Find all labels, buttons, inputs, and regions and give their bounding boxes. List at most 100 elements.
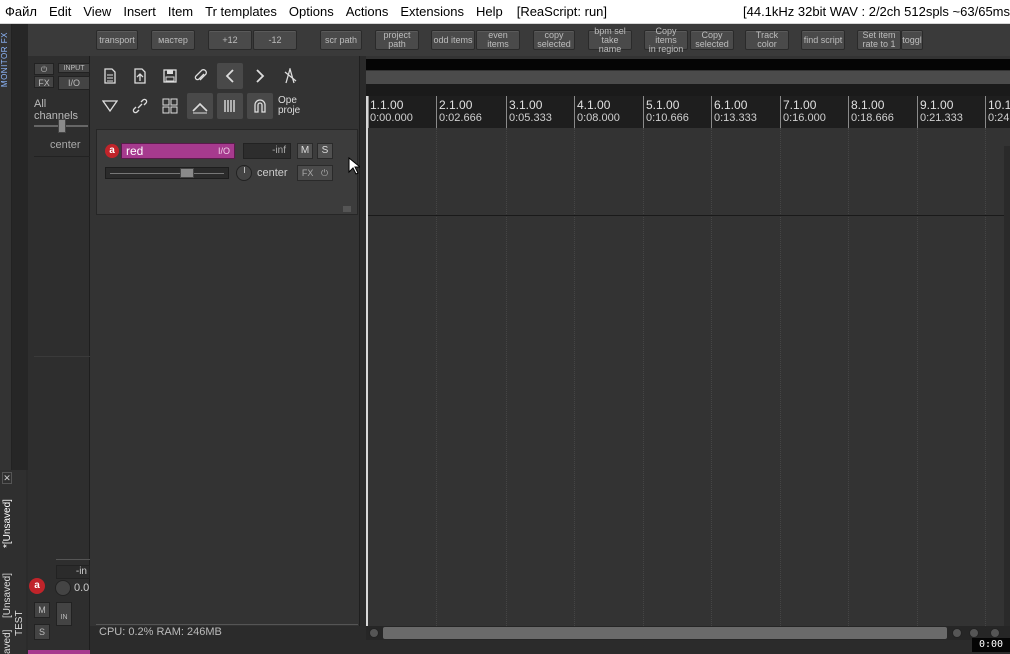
menu-extensions[interactable]: Extensions [394, 0, 470, 23]
menu-view[interactable]: View [77, 0, 117, 23]
custom-action-toolbar: transport мастер +12 -12 scr path projec… [0, 24, 1010, 56]
menu-options[interactable]: Options [283, 0, 340, 23]
grid-line [985, 128, 986, 626]
scr-path-button[interactable]: scr path [320, 30, 362, 50]
snap-magnet-icon[interactable] [247, 93, 273, 119]
open-project-button[interactable]: Ope proje [278, 96, 308, 120]
menu-tr-templates[interactable]: Tr templates [199, 0, 283, 23]
new-project-icon[interactable] [97, 63, 123, 89]
master-track-panel: ⏻ FX INPUT I/O All channels center -in a… [28, 56, 90, 654]
odd-items-button[interactable]: odd items [431, 30, 475, 50]
mute-button[interactable]: M [297, 143, 313, 159]
track-io-button[interactable]: I/O [213, 143, 235, 159]
zoom-out-icon[interactable] [990, 628, 1000, 638]
menu-edit[interactable]: Edit [43, 0, 77, 23]
resize-grip-icon[interactable] [343, 206, 351, 212]
audio-device-status[interactable]: [44.1kHz 32bit WAV : 2/2ch 512spls ~63/6… [743, 0, 1010, 23]
copy-selected-2-button[interactable]: Copy selected [690, 30, 734, 50]
horizontal-scroll-thumb[interactable] [383, 627, 947, 639]
bpm-sel-take-name-button[interactable]: bpm sel take name [588, 26, 632, 53]
scroll-left-icon[interactable] [369, 628, 379, 638]
mixer-pan-knob[interactable] [55, 580, 71, 596]
ruler-time-7: 0:16.000 [783, 112, 826, 124]
volume-fader-handle[interactable] [180, 168, 194, 178]
redo-icon[interactable] [247, 63, 273, 89]
track-panel[interactable]: a red I/O -inf M S center FX ⏻ [96, 129, 358, 215]
ruler-tick [368, 96, 369, 128]
track-color-button[interactable]: Track color [745, 30, 789, 50]
copy-items-in-region-button[interactable]: Copy items in region [644, 26, 688, 53]
ruler-time-8: 0:18.666 [851, 112, 894, 124]
master-fx-button[interactable]: FX [34, 76, 54, 88]
menu-actions[interactable]: Actions [340, 0, 395, 23]
grid-line [436, 128, 437, 626]
arrange-view[interactable] [366, 56, 1010, 626]
project-tab-unsaved-active[interactable]: *[Unsaved] [2, 488, 13, 548]
mixer-rec-arm-button[interactable]: a [29, 578, 45, 594]
toggle-button[interactable]: toggl [901, 30, 923, 50]
menu-item[interactable]: Item [162, 0, 199, 23]
project-tab-unsaved[interactable]: [Unsaved] [2, 562, 13, 618]
metronome-icon[interactable] [277, 63, 303, 89]
save-project-icon[interactable] [157, 63, 183, 89]
open-project-icon[interactable] [127, 63, 153, 89]
timeline-ruler[interactable]: 1.1.00 0:00.000 2.1.00 0:02.666 3.1.00 0… [366, 96, 1010, 128]
close-tab-icon[interactable]: ✕ [2, 472, 12, 484]
ripple-edit-icon[interactable] [217, 93, 243, 119]
project-tab-partial[interactable]: aved] [2, 626, 13, 654]
master-io-button[interactable]: I/O [58, 76, 90, 90]
grid-line [780, 128, 781, 626]
ruler-bar-3: 3.1.00 [509, 98, 543, 112]
auto-crossfade-icon[interactable] [97, 93, 123, 119]
set-item-rate-button[interactable]: Set item rate to 1 [857, 30, 901, 50]
edit-cursor[interactable] [366, 96, 368, 626]
mixer-solo-button[interactable]: S [34, 624, 50, 640]
ruler-time-9: 0:21.333 [920, 112, 963, 124]
master-pan-label: center [50, 139, 81, 151]
region-lane[interactable] [366, 71, 1010, 84]
reascript-status: [ReaScript: run] [516, 4, 608, 19]
fx-bypass-icon[interactable]: ⏻ [321, 168, 328, 179]
ruler-bar-7: 7.1.00 [783, 98, 817, 112]
ruler-tick [436, 96, 437, 128]
attach-icon[interactable] [187, 63, 213, 89]
ruler-tick [848, 96, 849, 128]
master-pan-handle[interactable] [58, 119, 66, 133]
solo-button[interactable]: S [317, 143, 333, 159]
arrange-top-bar [366, 59, 1010, 70]
envelope-points-icon[interactable] [187, 93, 213, 119]
vertical-scrollbar[interactable] [1004, 146, 1010, 626]
undo-icon[interactable] [217, 63, 243, 89]
transport-button[interactable]: transport [96, 30, 138, 50]
marker-lane[interactable] [366, 84, 1010, 96]
master-input-label: INPUT [58, 63, 90, 73]
volume-fader[interactable] [105, 167, 229, 179]
mixer-input-button[interactable]: IN [56, 602, 72, 626]
mixer-mute-button[interactable]: M [34, 602, 50, 618]
master-button[interactable]: мастер [151, 30, 195, 50]
grid-icon[interactable] [157, 93, 183, 119]
menu-help[interactable]: Help [470, 0, 509, 23]
zoom-in-icon[interactable] [969, 628, 979, 638]
project-path-button[interactable]: project path [375, 30, 419, 50]
plus12-button[interactable]: +12 [208, 30, 252, 50]
scroll-right-icon[interactable] [952, 628, 962, 638]
link-icon[interactable] [127, 93, 153, 119]
fx-button[interactable]: FX ⏻ [297, 165, 333, 181]
menu-insert[interactable]: Insert [117, 0, 162, 23]
even-items-button[interactable]: even items [476, 30, 520, 50]
rec-arm-button[interactable]: a [105, 144, 119, 158]
master-power-icon[interactable]: ⏻ [34, 63, 54, 75]
project-tab-test[interactable]: TEST [14, 600, 25, 636]
ruler-tick [780, 96, 781, 128]
minus12-button[interactable]: -12 [253, 30, 297, 50]
find-script-button[interactable]: find script [801, 30, 845, 50]
mixer-volume-readout: -in [56, 565, 90, 579]
pan-knob[interactable] [236, 165, 252, 181]
copy-selected-button[interactable]: copy selected [533, 30, 575, 50]
ruler-time-3: 0:05.333 [509, 112, 552, 124]
mixer-splitter[interactable] [12, 24, 28, 470]
project-tabs: ✕ *[Unsaved] [Unsaved] TEST aved] [0, 470, 26, 654]
menu-file[interactable]: Файл [0, 0, 43, 23]
fx-label: FX [301, 168, 314, 178]
